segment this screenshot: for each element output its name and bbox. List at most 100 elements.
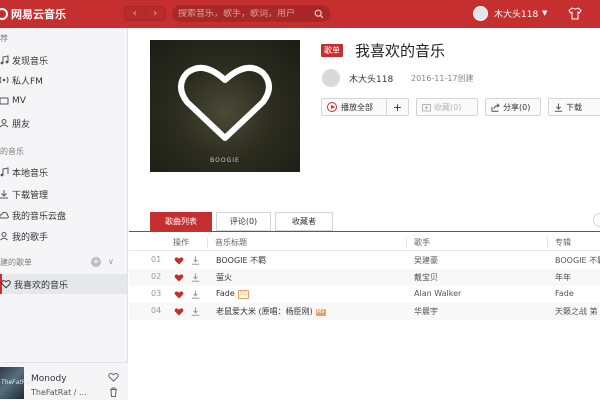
friends-icon bbox=[0, 119, 9, 128]
table-row[interactable]: 04 老鼠爱大米 (原唱：杨臣刚) MV 华晨宇 天籁之战 第 bbox=[129, 303, 600, 320]
create-playlist-plus-icon[interactable]: + bbox=[91, 257, 101, 267]
sidebar-item-mv[interactable]: MV bbox=[0, 91, 127, 111]
playlist-actions: 播放全部 + 收藏(0) 分享(0) 下载 bbox=[321, 98, 600, 116]
download-label: 下载 bbox=[566, 102, 582, 112]
download-icon[interactable] bbox=[191, 273, 200, 282]
global-search bbox=[172, 5, 330, 22]
table-row[interactable]: 03 Fade SQ Alan Walker Fade bbox=[129, 286, 600, 303]
column-title[interactable]: 音乐标题 bbox=[215, 237, 247, 248]
liked-heart-icon[interactable] bbox=[174, 307, 184, 316]
creator-avatar[interactable] bbox=[322, 69, 340, 87]
liked-heart-icon[interactable] bbox=[174, 290, 184, 299]
column-artist[interactable]: 歌手 bbox=[414, 237, 430, 248]
playlist-heart-icon bbox=[1, 280, 11, 289]
forward-button[interactable]: › bbox=[144, 7, 166, 20]
local-music-icon bbox=[0, 167, 9, 177]
track-number: 04 bbox=[151, 306, 162, 315]
person-icon bbox=[0, 232, 8, 241]
liked-heart-icon[interactable] bbox=[174, 256, 184, 265]
chevron-right-icon: › bbox=[153, 8, 158, 19]
song-album[interactable]: 年年 bbox=[555, 272, 600, 283]
sidebar-item-label: 我的音乐云盘 bbox=[12, 211, 67, 222]
sidebar-item-friends[interactable]: 朋友 bbox=[0, 113, 127, 133]
song-title-text: BOOGIE 不羁 bbox=[216, 256, 267, 265]
search-input[interactable] bbox=[178, 8, 306, 19]
now-playing-title[interactable]: Monody bbox=[31, 374, 67, 384]
sidebar-item-discover[interactable]: 发现音乐 bbox=[0, 50, 127, 70]
user-name[interactable]: 木大头118 bbox=[494, 7, 538, 20]
download-icon[interactable] bbox=[191, 290, 200, 299]
title-bar: 网易云音乐 ‹ › 木大头118 ▼ bbox=[0, 0, 600, 28]
now-playing-bar: TheFatRat Monody TheFatRat / ... bbox=[0, 362, 128, 400]
tab-song-list[interactable]: 歌曲列表 bbox=[150, 212, 212, 231]
plus-icon: + bbox=[392, 100, 403, 114]
sidebar-item-liked-songs[interactable]: 我喜欢的音乐 bbox=[0, 274, 127, 294]
now-playing-cover[interactable]: TheFatRat bbox=[0, 367, 32, 399]
tab-subscribers[interactable]: 收藏者 bbox=[275, 212, 333, 231]
sidebar-item-label: 我的歌手 bbox=[12, 232, 49, 243]
sidebar-item-label: MV bbox=[12, 96, 26, 106]
song-album[interactable]: Fade bbox=[555, 289, 600, 298]
track-number: 03 bbox=[151, 289, 162, 298]
heart-outline-icon bbox=[178, 64, 272, 141]
collapse-chevron-icon[interactable]: ∨ bbox=[108, 257, 114, 266]
download-button[interactable]: 下载 bbox=[548, 98, 600, 116]
search-icon[interactable] bbox=[314, 9, 324, 19]
column-divider bbox=[207, 237, 208, 248]
share-button[interactable]: 分享(0) bbox=[485, 98, 541, 116]
skin-shirt-icon[interactable] bbox=[568, 7, 582, 20]
download-icon[interactable] bbox=[191, 307, 200, 316]
table-row[interactable]: 02 萤火 戴宝贝 年年 bbox=[129, 269, 600, 286]
play-all-button[interactable]: 播放全部 bbox=[321, 98, 387, 116]
song-title[interactable]: 萤火 bbox=[216, 272, 232, 283]
table-row[interactable]: 01 BOOGIE 不羁 吴建豪 BOOGIE 不羁 bbox=[129, 252, 600, 269]
radio-wave-icon bbox=[0, 76, 9, 84]
download-icon[interactable] bbox=[191, 256, 200, 265]
song-title[interactable]: 老鼠爱大米 (原唱：杨臣刚) MV bbox=[216, 306, 326, 317]
chevron-left-icon: ‹ bbox=[132, 8, 137, 19]
song-artist[interactable]: Alan Walker bbox=[414, 289, 461, 298]
now-playing-artist[interactable]: TheFatRat / ... bbox=[31, 388, 87, 397]
creator-name[interactable]: 木大头118 bbox=[349, 72, 393, 85]
song-title[interactable]: BOOGIE 不羁 bbox=[216, 255, 266, 266]
mv-badge-icon[interactable]: MV bbox=[315, 309, 326, 316]
tab-comments[interactable]: 评论(0) bbox=[216, 212, 271, 231]
song-album[interactable]: BOOGIE 不羁 bbox=[555, 255, 600, 266]
play-all-label: 播放全部 bbox=[341, 102, 373, 112]
track-number: 02 bbox=[151, 272, 162, 281]
app-logo[interactable]: 网易云音乐 bbox=[0, 5, 66, 23]
sidebar-item-label: 发现音乐 bbox=[12, 56, 49, 67]
add-all-to-queue-button[interactable]: + bbox=[387, 98, 409, 116]
song-album[interactable]: 天籁之战 第 bbox=[555, 306, 600, 317]
sidebar-item-local-music[interactable]: 本地音乐 bbox=[0, 162, 127, 182]
video-icon bbox=[0, 97, 9, 105]
liked-heart-icon[interactable] bbox=[174, 273, 184, 282]
created-date: 2016-11-17创建 bbox=[411, 74, 474, 83]
sidebar: 推荐 发现音乐 私人FM MV 朋友 我的音乐 本地音乐 下载管理 我的音乐云盘… bbox=[0, 28, 128, 400]
sidebar-item-fm[interactable]: 私人FM bbox=[0, 70, 127, 90]
playlist-tabs: 歌曲列表 评论(0) 收藏者 bbox=[150, 212, 337, 231]
playlist-type-badge: 歌单 bbox=[321, 44, 343, 57]
song-title[interactable]: Fade SQ bbox=[216, 289, 249, 299]
song-artist[interactable]: 华晨宇 bbox=[414, 306, 438, 317]
sidebar-item-label: 本地音乐 bbox=[12, 168, 49, 179]
trash-icon[interactable] bbox=[109, 387, 118, 397]
sidebar-item-my-artists[interactable]: 我的歌手 bbox=[0, 226, 127, 246]
like-heart-icon[interactable] bbox=[108, 372, 119, 382]
sidebar-item-cloud-drive[interactable]: 我的音乐云盘 bbox=[0, 205, 127, 225]
search-in-playlist-input[interactable] bbox=[593, 213, 600, 227]
sidebar-section-playlists: 创建的歌单 bbox=[0, 258, 32, 267]
share-icon bbox=[491, 102, 500, 112]
column-album[interactable]: 专辑 bbox=[555, 237, 571, 248]
user-avatar[interactable] bbox=[473, 6, 488, 21]
song-title-text: 萤火 bbox=[216, 273, 232, 282]
sidebar-item-label: 我喜欢的音乐 bbox=[14, 280, 69, 291]
song-artist[interactable]: 戴宝贝 bbox=[414, 272, 438, 283]
user-menu-caret-icon[interactable]: ▼ bbox=[542, 9, 547, 17]
playlist-cover[interactable]: BOOGIE bbox=[150, 40, 300, 172]
song-artist[interactable]: 吴建豪 bbox=[414, 255, 438, 266]
column-ops: 操作 bbox=[173, 238, 189, 247]
collect-button[interactable]: 收藏(0) bbox=[416, 98, 478, 116]
back-button[interactable]: ‹ bbox=[125, 7, 145, 20]
sidebar-item-downloads[interactable]: 下载管理 bbox=[0, 184, 127, 204]
